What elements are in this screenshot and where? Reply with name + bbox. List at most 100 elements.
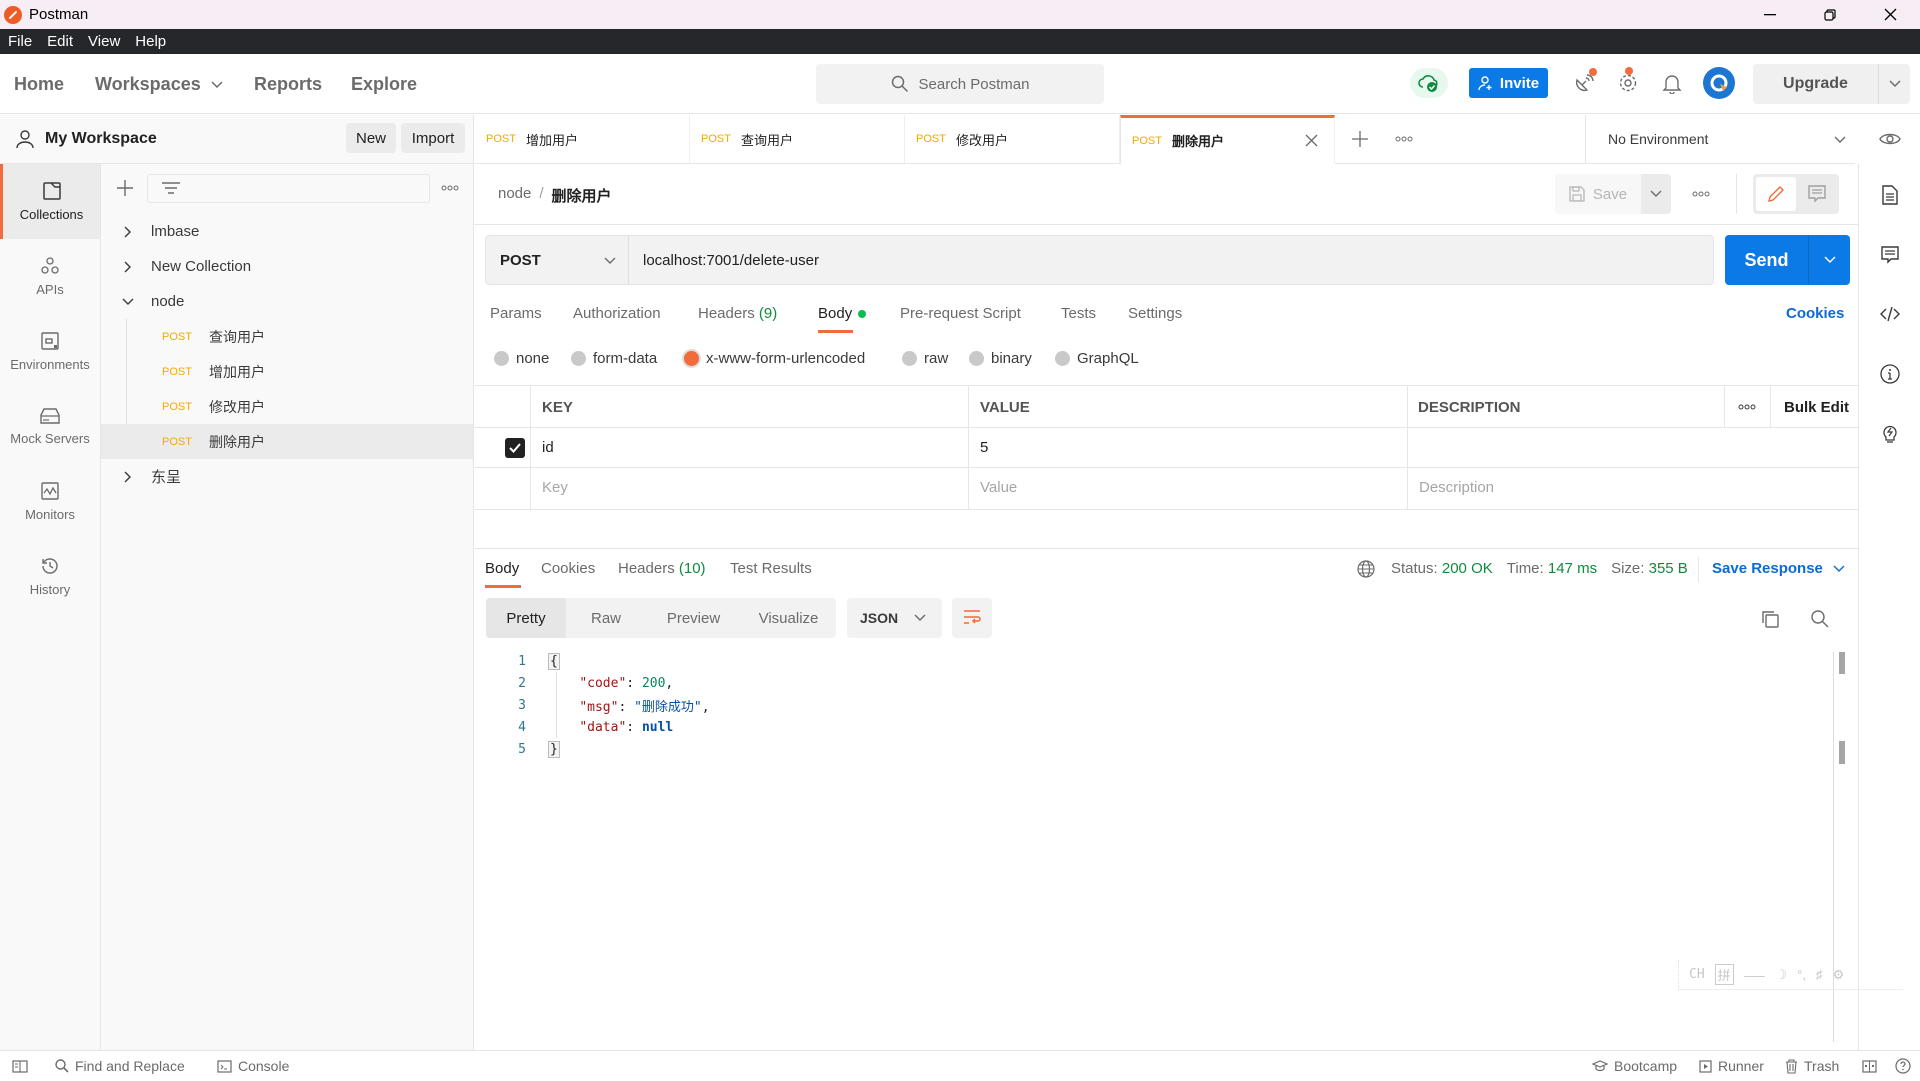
invite-button[interactable]: Invite <box>1469 68 1548 98</box>
find-replace-button[interactable]: Find and Replace <box>55 1051 185 1081</box>
view-preview[interactable]: Preview <box>646 598 741 638</box>
new-key-input[interactable]: Key <box>542 479 568 496</box>
info-button[interactable] <box>1877 361 1903 387</box>
sidebar-item-monitors[interactable]: Monitors <box>0 464 100 539</box>
wrap-lines-button[interactable] <box>952 598 992 638</box>
tab-options-icon[interactable] <box>1395 136 1413 142</box>
method-select[interactable]: POST <box>485 235 629 285</box>
globe-icon[interactable] <box>1357 560 1375 578</box>
tab-authorization[interactable]: Authorization <box>573 305 661 322</box>
sync-status-button[interactable] <box>1410 68 1448 98</box>
close-window-button[interactable] <box>1860 0 1920 29</box>
body-type-none[interactable]: none <box>494 350 549 367</box>
tab-tests[interactable]: Tests <box>1061 305 1096 322</box>
request-tab[interactable]: POST 修改用户 <box>905 115 1120 163</box>
response-tab-body[interactable]: Body <box>485 560 519 577</box>
code-snippet-button[interactable] <box>1877 301 1903 327</box>
edit-mode-button[interactable] <box>1756 177 1796 211</box>
response-time[interactable]: Time: 147 ms <box>1507 560 1597 577</box>
new-value-input[interactable]: Value <box>980 479 1017 496</box>
runner-button[interactable]: Runner <box>1699 1051 1764 1081</box>
request-item[interactable]: POST 修改用户 <box>101 389 473 424</box>
ime-icon[interactable]: ☽ <box>1775 967 1787 983</box>
menu-edit[interactable]: Edit <box>47 33 73 50</box>
param-key[interactable]: id <box>542 439 554 456</box>
response-size[interactable]: Size: 355 B <box>1611 560 1688 577</box>
collection-item[interactable]: lmbase <box>101 214 473 249</box>
more-options-icon[interactable] <box>441 185 459 191</box>
console-button[interactable]: Console <box>217 1051 289 1081</box>
view-pretty[interactable]: Pretty <box>486 598 566 638</box>
url-input[interactable]: localhost:7001/delete-user <box>629 235 1714 285</box>
view-raw[interactable]: Raw <box>566 598 646 638</box>
save-response-button[interactable]: Save Response <box>1712 560 1845 577</box>
tab-settings[interactable]: Settings <box>1128 305 1182 322</box>
nav-reports[interactable]: Reports <box>254 74 322 95</box>
request-tab-active[interactable]: POST 删除用户 <box>1120 115 1335 164</box>
toggle-sidebar-button[interactable] <box>12 1051 28 1081</box>
close-tab-icon[interactable] <box>1305 134 1318 147</box>
response-tab-headers[interactable]: Headers (10) <box>618 560 706 577</box>
body-type-form-data[interactable]: form-data <box>571 350 657 367</box>
request-options-icon[interactable] <box>1692 191 1710 197</box>
ime-icon[interactable]: ♯ <box>1816 967 1823 982</box>
ime-language[interactable]: CH <box>1689 967 1705 982</box>
nav-home[interactable]: Home <box>14 74 64 95</box>
notifications-button[interactable] <box>1659 70 1685 96</box>
request-item-selected[interactable]: POST 删除用户 <box>101 424 473 459</box>
response-tab-test-results[interactable]: Test Results <box>730 560 812 577</box>
ime-icon[interactable]: ⸺ <box>1744 965 1766 984</box>
upgrade-dropdown-button[interactable] <box>1878 64 1910 104</box>
comments-button[interactable] <box>1877 242 1903 268</box>
body-type-urlencoded[interactable]: x-www-form-urlencoded <box>684 350 865 367</box>
format-select[interactable]: JSON <box>847 598 942 638</box>
param-value[interactable]: 5 <box>980 439 988 456</box>
settings-button[interactable] <box>1615 67 1641 96</box>
row-checkbox[interactable] <box>505 438 525 458</box>
satellite-button[interactable] <box>1571 68 1597 96</box>
comment-mode-button[interactable] <box>1798 177 1836 211</box>
eye-icon[interactable] <box>1879 131 1901 147</box>
menu-file[interactable]: File <box>8 33 32 50</box>
cookies-link[interactable]: Cookies <box>1786 305 1844 322</box>
response-status[interactable]: Status: 200 OK <box>1391 560 1493 577</box>
send-button[interactable]: Send <box>1725 235 1809 285</box>
response-tab-cookies[interactable]: Cookies <box>541 560 595 577</box>
sidebar-item-apis[interactable]: APIs <box>0 239 100 314</box>
search-icon[interactable] <box>1810 609 1830 629</box>
table-options-icon[interactable] <box>1738 404 1756 410</box>
bootcamp-button[interactable]: Bootcamp <box>1592 1051 1677 1081</box>
new-tab-icon[interactable] <box>1352 131 1368 147</box>
save-dropdown-button[interactable] <box>1641 174 1671 214</box>
new-button[interactable]: New <box>346 123 396 153</box>
menu-help[interactable]: Help <box>135 33 166 50</box>
avatar[interactable] <box>1703 67 1735 99</box>
filter-input[interactable] <box>147 174 430 203</box>
search-input[interactable]: Search Postman <box>816 64 1104 104</box>
help-button[interactable] <box>1895 1051 1911 1081</box>
send-dropdown-button[interactable] <box>1809 235 1850 285</box>
collection-item[interactable]: 东呈 <box>101 459 473 494</box>
documentation-button[interactable] <box>1877 182 1903 208</box>
body-type-raw[interactable]: raw <box>902 350 948 367</box>
tab-headers[interactable]: Headers (9) <box>698 305 777 322</box>
import-button[interactable]: Import <box>401 123 465 153</box>
add-collection-icon[interactable] <box>117 180 133 196</box>
sidebar-item-mock-servers[interactable]: Mock Servers <box>0 389 100 464</box>
ime-icon[interactable]: °, <box>1797 967 1806 982</box>
response-body[interactable]: 1 { 2 "code": 200, 3 "msg": "删除成功", 4 "d… <box>490 650 1830 1040</box>
new-description-input[interactable]: Description <box>1419 479 1494 496</box>
restore-button[interactable] <box>1800 0 1860 29</box>
body-type-graphql[interactable]: GraphQL <box>1055 350 1139 367</box>
request-tab[interactable]: POST 查询用户 <box>690 115 905 163</box>
tab-body[interactable]: Body <box>818 305 867 322</box>
copy-icon[interactable] <box>1760 609 1780 629</box>
ime-mode[interactable]: 拼 <box>1714 964 1734 985</box>
scrollbar-thumb[interactable] <box>1839 652 1845 674</box>
body-type-binary[interactable]: binary <box>969 350 1032 367</box>
upgrade-button[interactable]: Upgrade <box>1753 64 1878 104</box>
sidebar-item-collections[interactable]: Collections <box>0 164 100 239</box>
nav-workspaces[interactable]: Workspaces <box>95 74 223 95</box>
save-button[interactable]: Save <box>1555 174 1641 214</box>
trash-button[interactable]: Trash <box>1785 1051 1839 1081</box>
